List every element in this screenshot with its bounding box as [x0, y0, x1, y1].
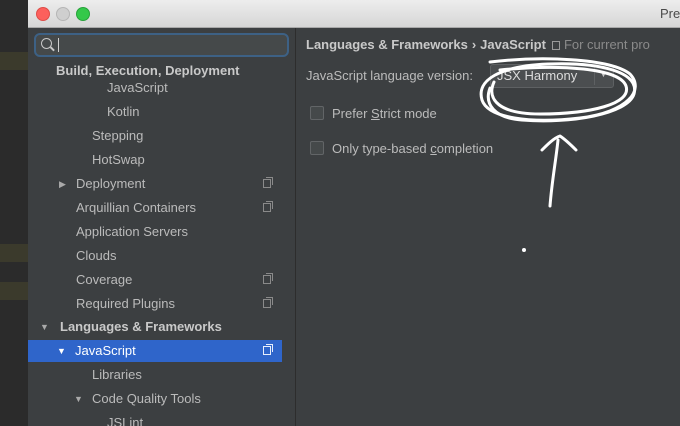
annotation-dot [522, 248, 526, 252]
annotation-circle [490, 65, 628, 116]
arrow-icon [548, 138, 560, 208]
hand-drawn-annotation [479, 57, 637, 252]
